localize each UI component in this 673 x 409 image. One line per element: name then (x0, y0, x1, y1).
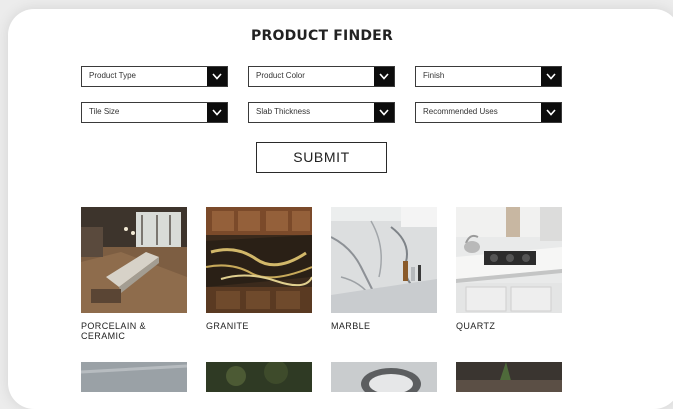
product-color-dropdown[interactable]: Product Color (248, 66, 395, 87)
category-label-marble[interactable]: MARBLE (331, 321, 431, 331)
category-label-granite[interactable]: GRANITE (206, 321, 306, 331)
dropdown-label: Finish (423, 71, 445, 80)
dropdown-label: Product Color (256, 71, 305, 80)
dropdown-label: Tile Size (89, 107, 120, 116)
category-label-porcelain-ceramic[interactable]: PORCELAIN & CERAMIC (81, 321, 161, 341)
marble-image[interactable] (331, 207, 437, 313)
chevron-down-icon (207, 67, 227, 86)
product-type-dropdown[interactable]: Product Type (81, 66, 228, 87)
quartz-image[interactable] (456, 207, 562, 313)
finish-dropdown[interactable]: Finish (415, 66, 562, 87)
dropdown-label: Recommended Uses (423, 107, 498, 116)
chevron-down-icon (541, 103, 561, 122)
page-title: PRODUCT FINDER (251, 28, 393, 44)
recommended-uses-dropdown[interactable]: Recommended Uses (415, 102, 562, 123)
product-finder-panel: PRODUCT FINDER Product Type Product Colo… (8, 9, 673, 409)
chevron-down-icon (541, 67, 561, 86)
dropdown-label: Slab Thickness (256, 107, 311, 116)
chevron-down-icon (374, 103, 394, 122)
dropdown-label: Product Type (89, 71, 136, 80)
category-label-quartz[interactable]: QUARTZ (456, 321, 556, 331)
chevron-down-icon (207, 103, 227, 122)
porcelain-ceramic-image[interactable] (81, 207, 187, 313)
slab-thickness-dropdown[interactable]: Slab Thickness (248, 102, 395, 123)
chevron-down-icon (374, 67, 394, 86)
tile-size-dropdown[interactable]: Tile Size (81, 102, 228, 123)
granite-image[interactable] (206, 207, 312, 313)
submit-button[interactable]: SUBMIT (256, 142, 387, 173)
